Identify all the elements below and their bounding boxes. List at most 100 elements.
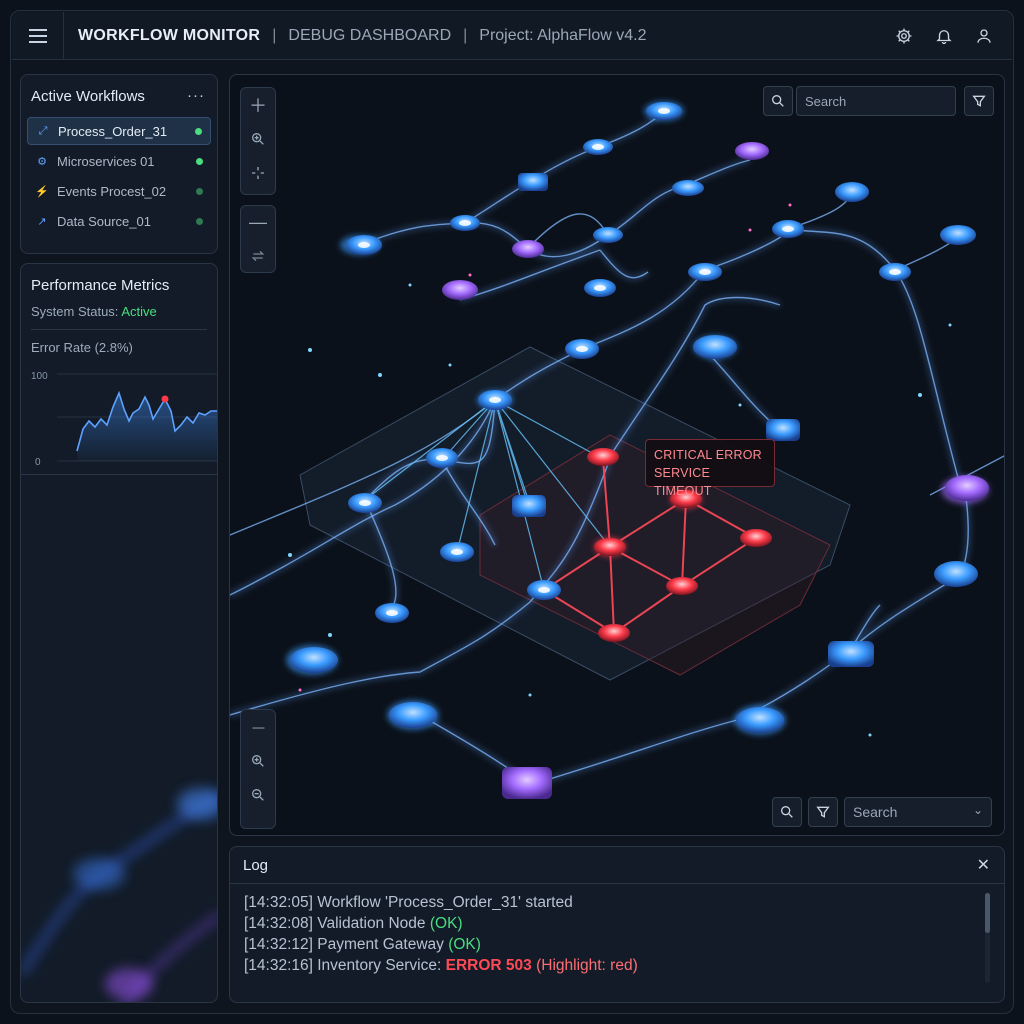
log-scrollbar[interactable] — [985, 893, 990, 983]
add-node-button[interactable]: ＋ — [241, 88, 275, 122]
workflow-node — [940, 225, 976, 245]
workflow-node — [766, 419, 800, 441]
workflow-item-events[interactable]: ⚡ Events Procest_02 — [27, 177, 211, 205]
error-node — [666, 577, 698, 595]
more-options-icon[interactable]: ··· — [187, 87, 205, 104]
log-line: [14:32:12] Payment Gateway (OK) — [244, 934, 990, 955]
error-title: CRITICAL ERROR — [654, 448, 762, 462]
zoom-out-icon — [252, 789, 264, 801]
notification-bell-icon[interactable] — [934, 26, 954, 46]
workflow-label: Process_Order_31 — [58, 123, 168, 139]
workflow-node — [835, 182, 869, 202]
edit-toolbar: — — [240, 205, 276, 273]
y-min-label: 0 — [35, 457, 41, 468]
workflow-node — [442, 280, 478, 300]
filter-button[interactable] — [808, 797, 838, 827]
log-line: [14:32:16] Inventory Service: ERROR 503 … — [244, 955, 990, 976]
error-node — [598, 624, 630, 642]
zoom-out-button[interactable] — [241, 778, 275, 812]
chevron-down-icon: ⌄ — [972, 803, 983, 817]
hamburger-icon — [28, 27, 47, 45]
error-rate-label: Error Rate (2.8%) — [31, 340, 133, 355]
system-status: System Status: Active — [21, 294, 217, 319]
workflow-node — [735, 142, 769, 160]
user-profile-icon[interactable] — [974, 26, 994, 46]
flow-icon: ⤢ — [38, 124, 48, 137]
top-bar: WORKFLOW MONITOR | DEBUG DASHBOARD | Pro… — [12, 11, 1012, 60]
settings-gear-icon[interactable] — [894, 26, 914, 46]
y-max-label: 100 — [31, 371, 48, 382]
filter-icon — [816, 806, 830, 818]
status-dot — [196, 217, 203, 225]
log-note: (Highlight: red) — [531, 957, 638, 974]
workflow-node — [945, 475, 989, 501]
workflow-node — [736, 707, 784, 733]
workflow-node — [290, 647, 338, 673]
gear-icon: ⚙ — [37, 155, 47, 168]
swap-button[interactable] — [241, 239, 275, 272]
chart-icon: ↗ — [37, 215, 47, 228]
workflow-item-microservices[interactable]: ⚙ Microservices 01 — [27, 147, 211, 175]
log-line: [14:32:05] Workflow 'Process_Order_31' s… — [244, 892, 990, 913]
swap-icon — [251, 250, 265, 261]
bolt-icon: ⚡ — [35, 185, 49, 198]
minus-button[interactable]: — — [241, 206, 275, 239]
zoom-in-button[interactable] — [241, 122, 275, 156]
error-node — [740, 529, 772, 547]
search-icon — [772, 95, 784, 107]
app-title: WORKFLOW MONITOR — [78, 26, 261, 44]
workflow-node — [828, 641, 874, 667]
dash-line-button[interactable]: ---- — [241, 710, 275, 744]
performance-metrics-panel: Performance Metrics System Status: Activ… — [20, 263, 218, 1003]
error-rate-sparkline: 100 0 — [31, 371, 217, 468]
log-status-ok: (OK) — [448, 936, 481, 953]
log-panel: Log ✕ [14:32:05] Workflow 'Process_Order… — [229, 846, 1005, 1003]
zoom-in-icon — [252, 133, 264, 145]
critical-error-tooltip: CRITICAL ERROR SERVICE TIMEOUT — [645, 439, 775, 498]
menu-button[interactable] — [12, 11, 64, 60]
workflow-item-process-order[interactable]: ⤢ Process_Order_31 — [27, 117, 211, 145]
log-title: Log — [243, 856, 269, 874]
log-status-ok: (OK) — [429, 915, 463, 932]
bottom-zoom-toolbar: ---- — [240, 709, 276, 829]
search-icon — [781, 806, 793, 818]
background-decoration — [21, 788, 217, 1002]
title-separator: | — [272, 26, 277, 44]
search-button[interactable] — [772, 797, 802, 827]
workflow-node — [512, 240, 544, 258]
workflow-label: Data Source_01 — [57, 213, 151, 229]
search-button[interactable] — [763, 86, 793, 116]
workflow-node — [593, 227, 623, 243]
workflow-item-data-source[interactable]: ↗ Data Source_01 — [27, 207, 211, 235]
status-dot — [196, 157, 203, 165]
status-dot — [196, 187, 203, 195]
section-title: DEBUG DASHBOARD — [288, 26, 452, 44]
log-text: [14:32:08] Validation Node — [244, 915, 430, 932]
project-title: Project: AlphaFlow v4.2 — [479, 26, 647, 44]
panel-title: Performance Metrics — [31, 277, 170, 294]
scrollbar-thumb[interactable] — [985, 893, 990, 933]
status-dot — [195, 127, 202, 135]
workflow-label: Events Procest_02 — [57, 183, 167, 199]
fit-view-button[interactable] — [241, 156, 275, 190]
workflow-node — [389, 702, 437, 728]
workflow-graph — [230, 101, 1004, 799]
log-line: [14:32:08] Validation Node (OK) — [244, 913, 990, 934]
filter-button[interactable] — [964, 86, 994, 116]
crosshair-icon — [252, 167, 264, 179]
error-node — [587, 448, 619, 466]
close-icon[interactable]: ✕ — [977, 855, 990, 875]
zoom-in-button[interactable] — [241, 744, 275, 778]
log-entries: [14:32:05] Workflow 'Process_Order_31' s… — [230, 884, 1004, 984]
workflow-node — [512, 495, 546, 517]
workflow-graph-canvas[interactable]: ＋ — ---- Search Search ⌄ CRITICAL ERROR … — [229, 74, 1005, 836]
log-error: ERROR 503 — [445, 957, 532, 974]
log-text: [14:32:05] Workflow 'Process_Order_31' s… — [244, 894, 573, 911]
filter-icon — [972, 95, 986, 107]
status-label: System Status: — [31, 304, 122, 319]
error-detail: SERVICE TIMEOUT — [654, 466, 712, 498]
log-text: [14:32:16] Inventory Service: — [244, 957, 446, 974]
search-select-bottom[interactable]: Search ⌄ — [844, 797, 992, 827]
search-input-top[interactable]: Search — [796, 86, 956, 116]
workflow-node — [672, 180, 704, 196]
